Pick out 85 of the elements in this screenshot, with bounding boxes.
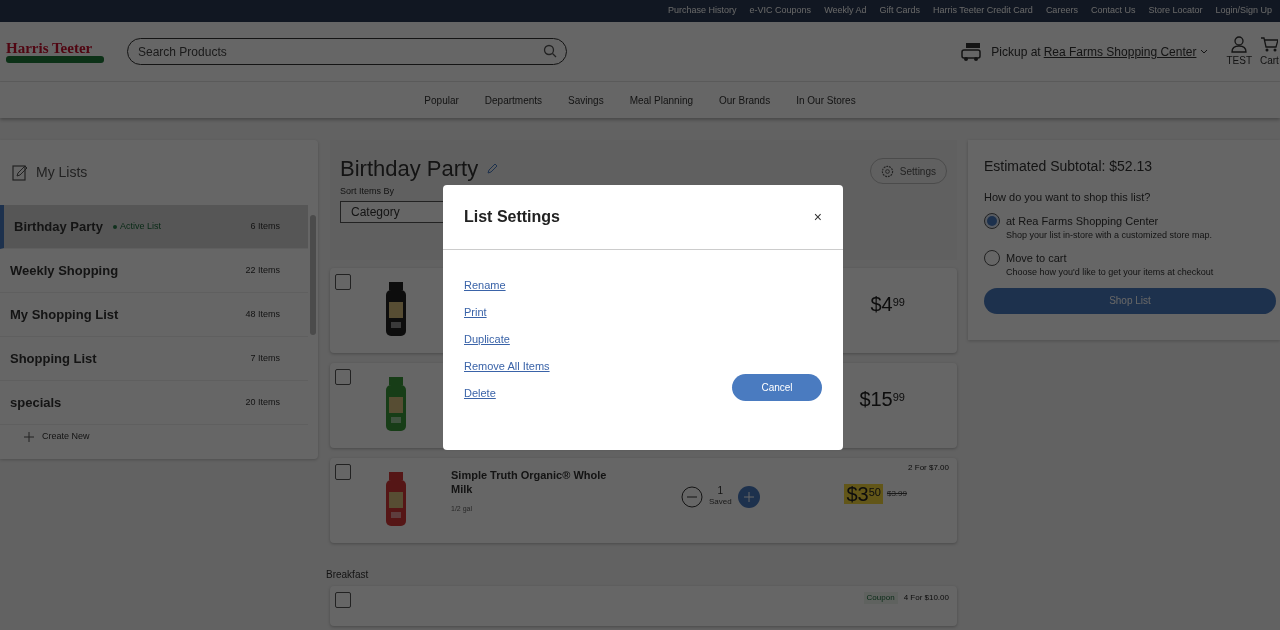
item-checkbox[interactable] bbox=[335, 369, 351, 385]
product-name: Simple Truth Organic® Whole Milk bbox=[451, 468, 608, 496]
nav-link[interactable]: Meal Planning bbox=[629, 92, 694, 108]
close-button[interactable]: × bbox=[813, 206, 822, 228]
caret-icon[interactable] bbox=[1200, 48, 1209, 55]
radio-button[interactable] bbox=[984, 249, 1000, 266]
truck-icon bbox=[961, 41, 984, 62]
item-count: 20 Items bbox=[245, 395, 280, 409]
cart-label: Cart bbox=[1260, 53, 1279, 68]
option-description: Shop your list in-store with a customized store map. bbox=[1006, 229, 1213, 242]
account-button[interactable]: TEST bbox=[1226, 35, 1252, 68]
quantity-value: 1 bbox=[717, 486, 724, 496]
active-list-label: Active List bbox=[119, 219, 161, 233]
account-name: TEST bbox=[1226, 53, 1252, 68]
top-link[interactable]: Gift Cards bbox=[879, 4, 920, 18]
logo-stripe-icon bbox=[6, 55, 104, 63]
list-item[interactable]: Birthday Party Active List 6 Items bbox=[0, 205, 308, 249]
store-link[interactable]: Rea Farms Shopping Center bbox=[1043, 42, 1197, 61]
gear-icon bbox=[880, 164, 894, 178]
option-label: at Rea Farms Shopping Center bbox=[1006, 213, 1160, 229]
item-count: 22 Items bbox=[245, 263, 280, 277]
search-icon[interactable] bbox=[543, 44, 557, 58]
top-link[interactable]: Harris Teeter Credit Card bbox=[933, 4, 1033, 18]
pickup-label: Pickup at bbox=[991, 43, 1041, 61]
plus-icon[interactable] bbox=[737, 486, 760, 508]
list-item[interactable]: specials 20 Items bbox=[0, 381, 308, 425]
list-item[interactable]: Shopping List 7 Items bbox=[0, 337, 308, 381]
saved-label: Saved bbox=[709, 496, 732, 508]
section-title: Breakfast bbox=[326, 568, 370, 582]
settings-link[interactable]: Delete bbox=[464, 385, 550, 401]
option-description: Choose how you'd like to get your items at checkout bbox=[1006, 266, 1214, 279]
settings-link[interactable]: Remove All Items bbox=[464, 358, 550, 374]
edit-icon[interactable] bbox=[486, 162, 499, 175]
cancel-button[interactable]: Cancel bbox=[732, 374, 822, 401]
coupon-badge: Coupon bbox=[863, 592, 898, 604]
top-link[interactable]: Contact Us bbox=[1090, 4, 1136, 18]
was-price: $3.99 bbox=[886, 488, 907, 500]
question-text: How do you want to shop this list? bbox=[984, 190, 1152, 205]
list-name: Shopping List bbox=[10, 349, 97, 368]
radio-button[interactable] bbox=[984, 212, 1000, 229]
list-title: Birthday Party bbox=[340, 155, 479, 183]
nav-link[interactable]: In Our Stores bbox=[796, 92, 856, 108]
item-count: 6 Items bbox=[250, 219, 280, 233]
option-label: Move to cart bbox=[1006, 250, 1068, 266]
item-checkbox[interactable] bbox=[335, 592, 351, 608]
item-checkbox[interactable] bbox=[335, 464, 351, 480]
item-count: 48 Items bbox=[245, 307, 280, 321]
nav-link[interactable]: Our Brands bbox=[719, 92, 771, 108]
list-name: specials bbox=[10, 393, 62, 412]
cart-icon bbox=[1260, 35, 1278, 53]
top-link[interactable]: Careers bbox=[1045, 4, 1078, 18]
search-field[interactable]: Search Products bbox=[127, 38, 567, 65]
status-dot-icon bbox=[112, 224, 117, 229]
item-count: 7 Items bbox=[250, 351, 280, 365]
person-icon bbox=[1231, 35, 1248, 53]
list-name: Weekly Shopping bbox=[10, 261, 119, 280]
top-link[interactable]: e-VIC Coupons bbox=[749, 4, 812, 18]
list-name: My Shopping List bbox=[10, 305, 119, 324]
top-link[interactable]: Purchase History bbox=[668, 4, 737, 18]
sort-label: Sort Items By bbox=[340, 185, 395, 198]
item-checkbox[interactable] bbox=[335, 274, 351, 290]
list-name: Birthday Party bbox=[14, 217, 103, 236]
deal-label: 4 For $10.00 bbox=[903, 592, 949, 604]
settings-link[interactable]: Print bbox=[464, 304, 550, 320]
top-link[interactable]: Login/Sign Up bbox=[1215, 4, 1272, 18]
logo-text[interactable]: Harris Teeter bbox=[6, 40, 93, 56]
subtotal-text: Estimated Subtotal: $52.13 bbox=[984, 157, 1154, 176]
create-new-link[interactable]: Create New bbox=[0, 425, 318, 449]
minus-icon[interactable] bbox=[681, 486, 703, 508]
settings-link[interactable]: Rename bbox=[464, 277, 550, 293]
top-link[interactable]: Weekly Ad bbox=[824, 4, 867, 18]
nav-link[interactable]: Savings bbox=[568, 92, 604, 108]
deal-label: 2 For $7.00 bbox=[908, 462, 949, 474]
list-item[interactable]: Weekly Shopping 22 Items bbox=[0, 249, 308, 293]
settings-link[interactable]: Duplicate bbox=[464, 331, 550, 347]
nav-link[interactable]: Departments bbox=[484, 92, 543, 108]
notepad-icon bbox=[12, 164, 28, 181]
shop-list-button[interactable]: Shop List bbox=[984, 287, 1276, 314]
scrollbar-thumb[interactable] bbox=[310, 215, 316, 335]
cart-button[interactable]: Cart bbox=[1260, 35, 1280, 68]
list-item[interactable]: My Shopping List 48 Items bbox=[0, 293, 308, 337]
plus-icon bbox=[24, 432, 34, 442]
panel-title: My Lists bbox=[36, 163, 88, 182]
nav-link[interactable]: Popular bbox=[424, 92, 459, 108]
top-link[interactable]: Store Locator bbox=[1148, 4, 1203, 18]
